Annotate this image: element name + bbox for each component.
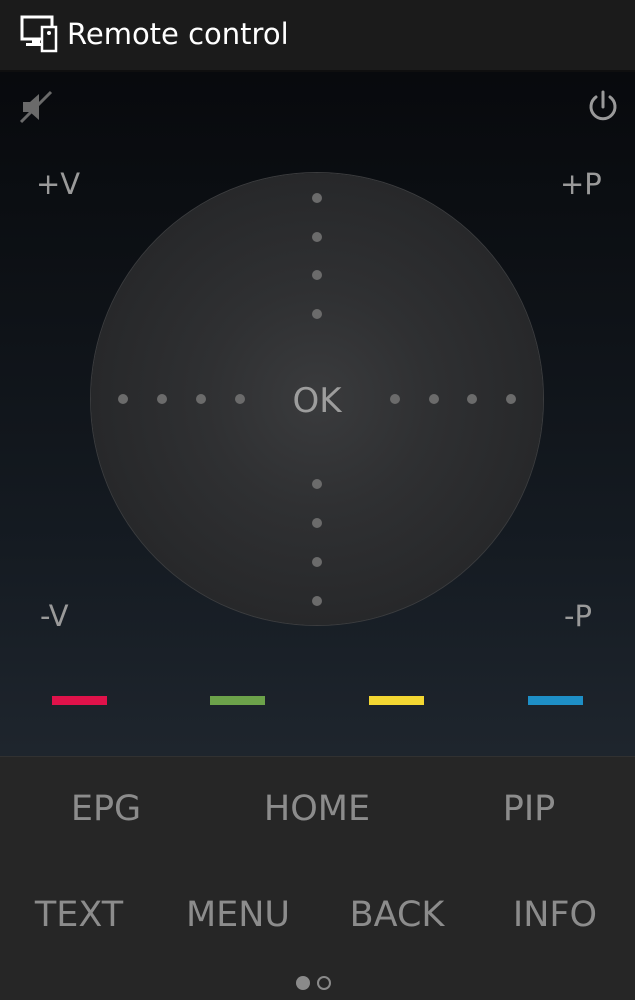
back-button[interactable]: BACK <box>338 895 456 935</box>
home-button[interactable]: HOME <box>242 789 392 829</box>
volume-up-button[interactable]: +V <box>36 166 80 202</box>
dpad-left-dot[interactable] <box>118 394 128 404</box>
ok-button[interactable]: OK <box>277 383 357 419</box>
blue-key[interactable] <box>528 696 583 705</box>
dpad-left-dot[interactable] <box>196 394 206 404</box>
dpad-up-dot[interactable] <box>312 193 322 203</box>
dpad-left-dot[interactable] <box>157 394 167 404</box>
pip-button[interactable]: PIP <box>480 789 578 829</box>
dpad-down-dot[interactable] <box>312 479 322 489</box>
power-icon[interactable] <box>584 88 622 126</box>
red-key[interactable] <box>52 696 107 705</box>
channel-up-button[interactable]: +P <box>560 166 602 202</box>
dpad-right-dot[interactable] <box>467 394 477 404</box>
volume-down-button[interactable]: -V <box>40 598 69 634</box>
dpad-right-dot[interactable] <box>429 394 439 404</box>
menu-button[interactable]: MENU <box>170 895 306 935</box>
green-key[interactable] <box>210 696 265 705</box>
pager-dot-active[interactable] <box>296 976 310 990</box>
dpad-right-dot[interactable] <box>390 394 400 404</box>
dpad-up-dot[interactable] <box>312 270 322 280</box>
dpad-down-dot[interactable] <box>312 596 322 606</box>
info-button[interactable]: INFO <box>504 895 606 935</box>
remote-monitor-icon <box>20 15 58 53</box>
mute-icon[interactable] <box>17 88 55 126</box>
pager-dot[interactable] <box>317 976 331 990</box>
dpad-up-dot[interactable] <box>312 232 322 242</box>
page-title: Remote control <box>67 17 289 51</box>
dpad-right-dot[interactable] <box>506 394 516 404</box>
yellow-key[interactable] <box>369 696 424 705</box>
text-button[interactable]: TEXT <box>24 895 134 935</box>
action-bar: Remote control <box>0 0 635 72</box>
remote-control-screen: Remote control +V +P -V -P OK EPG HOME P… <box>0 0 635 1000</box>
epg-button[interactable]: EPG <box>56 789 156 829</box>
dpad-down-dot[interactable] <box>312 518 322 528</box>
dpad-left-dot[interactable] <box>235 394 245 404</box>
dpad-up-dot[interactable] <box>312 309 322 319</box>
dpad-down-dot[interactable] <box>312 557 322 567</box>
channel-down-button[interactable]: -P <box>564 598 592 634</box>
